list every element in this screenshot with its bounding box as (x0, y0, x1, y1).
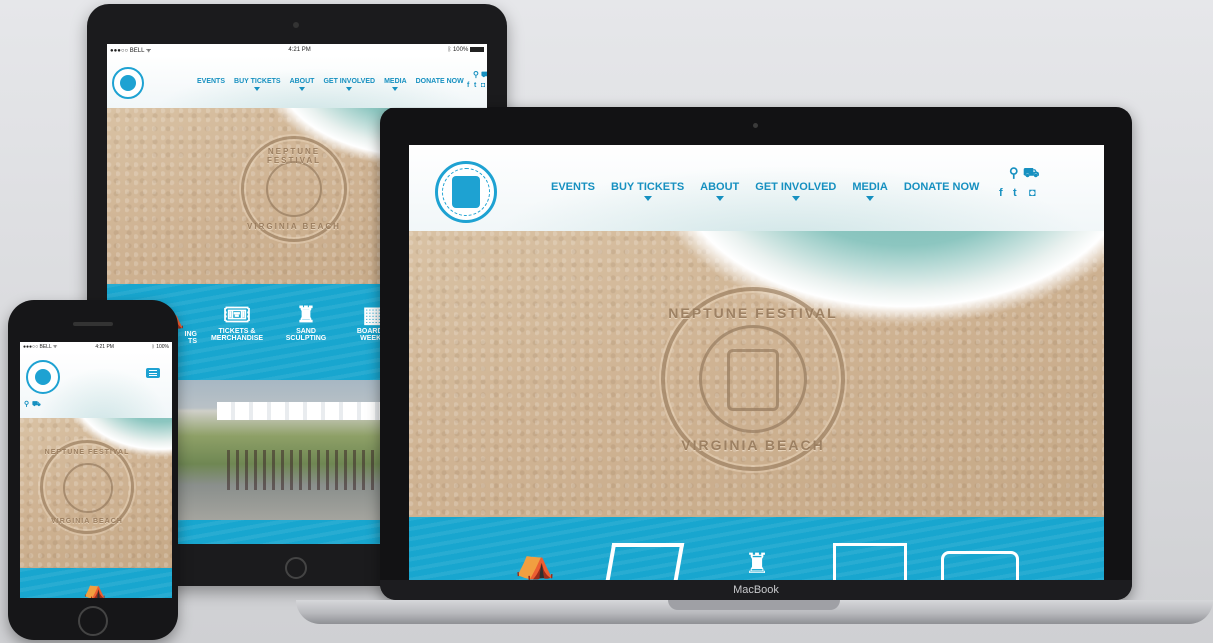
status-time: 4:21 PM (288, 47, 311, 53)
stamp-text-top: NEPTUNE FESTIVAL (668, 305, 838, 321)
search-icon[interactable]: ⚲ (1009, 165, 1019, 181)
category-band: ⛺ (20, 568, 172, 598)
cart-icon[interactable]: ⛟ (32, 400, 41, 409)
nav-get-involved[interactable]: GET INVOLVED (323, 78, 375, 91)
stamp-text-top: NEPTUNE FESTIVAL (44, 449, 130, 456)
hero-sand: NEPTUNE FESTIVAL VIRGINIA BEACH (409, 231, 1104, 517)
tablet-status-bar: ●●●○○ BELL ᯤ 4:21 PM ᛒ 100% (107, 44, 487, 56)
search-icon[interactable]: ⚲ (24, 400, 29, 408)
boardwalk-stage-icon[interactable] (833, 543, 907, 580)
nav-media[interactable]: MEDIA (384, 78, 407, 91)
category-tickets-merchandise[interactable]: 🎟 TICKETS & MERCHANDISE (202, 302, 272, 342)
sandcastle-icon[interactable]: ♜ (737, 547, 777, 580)
nav-get-involved[interactable]: GET INVOLVED (755, 181, 836, 201)
instagram-icon[interactable]: ◘ (1029, 187, 1036, 199)
sand-stamp-emblem: NEPTUNE FESTIVAL VIRGINIA BEACH (40, 440, 134, 534)
hero-sand: NEPTUNE FESTIVAL VIRGINIA BEACH (20, 418, 172, 568)
phone-device: ●●●○○ BELL ᯤ 4:21 PM ᛒ 100% ⚲ ⛟ NEPTUNE … (8, 300, 178, 640)
neptune-figure (727, 349, 779, 411)
ticket-icon[interactable] (605, 543, 685, 580)
nav-donate-now[interactable]: DONATE NOW (416, 78, 464, 85)
stamp-text-top: NEPTUNE FESTIVAL (266, 147, 322, 165)
category-band: ⛺ ♜ (409, 517, 1104, 580)
stamp-text-bottom: VIRGINIA BEACH (247, 222, 341, 231)
main-nav: EVENTS BUY TICKETS ABOUT GET INVOLVED ME… (197, 78, 464, 91)
stamp-text-bottom: VIRGINIA BEACH (51, 518, 123, 525)
macbook-label: MacBook (733, 584, 779, 596)
crowd (227, 450, 377, 490)
tent-icon[interactable]: ⛺ (78, 580, 112, 598)
nav-events[interactable]: EVENTS (551, 181, 595, 193)
neptune-festival-logo[interactable] (112, 67, 144, 99)
category-sand-sculpting[interactable]: ♜ SAND SCULPTING (275, 302, 337, 342)
status-battery: ᛒ 100% (448, 46, 484, 53)
ticket-icon: 🎟 (223, 302, 251, 327)
phone-screen: ●●●○○ BELL ᯤ 4:21 PM ᛒ 100% ⚲ ⛟ NEPTUNE … (20, 342, 172, 598)
nav-about[interactable]: ABOUT (700, 181, 739, 201)
phone-status-bar: ●●●○○ BELL ᯤ 4:21 PM ᛒ 100% (20, 342, 172, 352)
status-carrier: ●●●○○ BELL ᯤ (110, 48, 152, 54)
nav-buy-tickets[interactable]: BUY TICKETS (234, 78, 281, 91)
stamp-text-bottom: VIRGINIA BEACH (681, 437, 825, 453)
sand-stamp-emblem: NEPTUNE FESTIVAL VIRGINIA BEACH (241, 136, 347, 242)
facebook-icon[interactable]: f (999, 187, 1003, 199)
tablet-home-button[interactable] (285, 557, 307, 579)
cart-icon[interactable]: ⛟ (1023, 165, 1039, 183)
instagram-icon[interactable]: ◘ (481, 82, 485, 89)
nav-about[interactable]: ABOUT (290, 78, 314, 91)
twitter-icon[interactable]: t (474, 82, 476, 89)
laptop-screen: EVENTS BUY TICKETS ABOUT GET INVOLVED ME… (409, 145, 1104, 580)
nav-buy-tickets[interactable]: BUY TICKETS (611, 181, 684, 201)
main-nav: EVENTS BUY TICKETS ABOUT GET INVOLVED ME… (551, 181, 980, 201)
tent-icon[interactable]: ⛺ (505, 545, 565, 580)
laptop-bezel-bottom: MacBook (380, 580, 1132, 600)
search-icon[interactable]: ⚲ (473, 70, 479, 79)
nav-media[interactable]: MEDIA (852, 181, 888, 201)
twitter-icon[interactable]: t (1013, 187, 1017, 199)
neptune-festival-logo[interactable] (435, 161, 497, 223)
tablet-camera (293, 22, 299, 28)
vendor-tents (217, 402, 387, 420)
sandcastle-icon: ♜ (296, 302, 316, 327)
sand-stamp-emblem: NEPTUNE FESTIVAL VIRGINIA BEACH (661, 287, 845, 471)
nav-events[interactable]: EVENTS (197, 78, 225, 85)
laptop-camera (753, 123, 758, 128)
neptune-festival-logo[interactable] (26, 360, 60, 394)
laptop-device: EVENTS BUY TICKETS ABOUT GET INVOLVED ME… (380, 107, 1132, 600)
phone-speaker (73, 322, 113, 326)
status-battery: ᛒ 100% (151, 344, 169, 350)
status-time: 4:21 PM (95, 344, 114, 350)
phone-home-button[interactable] (78, 606, 108, 636)
nav-donate-now[interactable]: DONATE NOW (904, 181, 980, 193)
facebook-icon[interactable]: f (467, 82, 469, 89)
menu-icon[interactable] (146, 368, 160, 378)
open-book-icon[interactable] (941, 551, 1019, 580)
status-carrier: ●●●○○ BELL ᯤ (23, 344, 58, 350)
laptop-hinge-notch (668, 600, 840, 610)
cart-icon[interactable]: ⛟ (481, 70, 487, 80)
